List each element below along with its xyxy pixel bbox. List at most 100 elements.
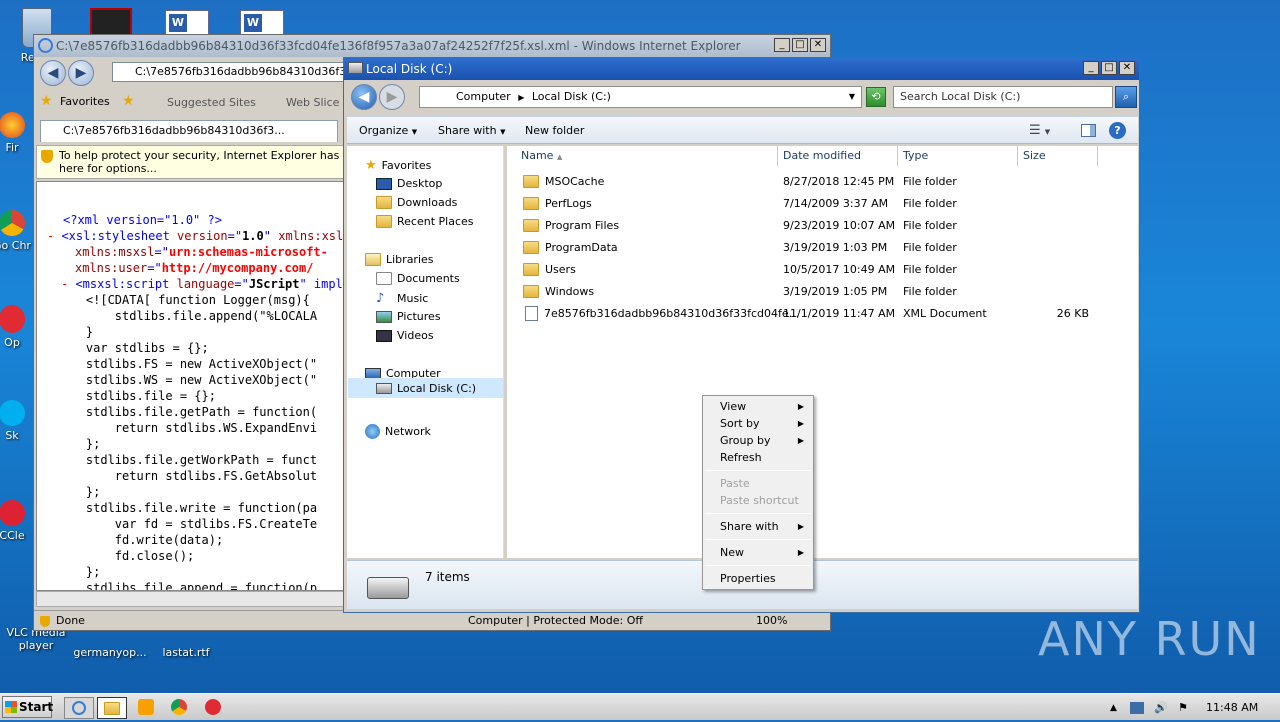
nav-local-disk[interactable]: Local Disk (C:) bbox=[348, 378, 503, 398]
code-line: stdlibs.file.getPath = function( bbox=[57, 405, 318, 419]
nav-documents[interactable]: Documents bbox=[376, 272, 460, 285]
menu-item-paste: Paste bbox=[720, 477, 750, 490]
refresh-button[interactable]: ⟲ bbox=[866, 87, 886, 107]
menu-item-sort-by[interactable]: Sort by ▶ bbox=[720, 415, 810, 432]
ie-scrollbar[interactable] bbox=[36, 591, 344, 607]
menu-item-refresh[interactable]: Refresh bbox=[720, 449, 810, 466]
menu-item-paste-shortcut: Paste shortcut bbox=[720, 494, 799, 507]
taskbar-opera-button[interactable] bbox=[198, 697, 228, 719]
minimize-button[interactable]: _ bbox=[774, 38, 790, 52]
desktop-icon-skype[interactable]: Sk bbox=[0, 400, 32, 442]
organize-button[interactable]: Organize ▼ bbox=[359, 117, 417, 146]
file-type: XML Document bbox=[903, 306, 987, 320]
breadcrumb-dropdown-icon[interactable]: ▼ bbox=[849, 87, 855, 107]
menu-item-new[interactable]: New ▶ bbox=[720, 544, 810, 561]
file-row[interactable]: PerfLogs 7/14/2009 3:37 AM File folder bbox=[523, 194, 1123, 212]
search-icon[interactable]: ⌕ bbox=[1115, 86, 1137, 108]
maximize-button[interactable]: □ bbox=[1101, 61, 1117, 75]
explorer-window-buttons: _ □ ✕ bbox=[1083, 61, 1135, 75]
breadcrumb-local-disk[interactable]: Local Disk (C:) bbox=[532, 90, 611, 103]
ie-tab[interactable]: C:\7e8576fb316dadbb96b84310d36f3... bbox=[40, 120, 338, 142]
start-button[interactable]: Start bbox=[2, 696, 53, 718]
nav-favorites[interactable]: ★ Favorites bbox=[365, 158, 431, 173]
column-header-type[interactable]: Type bbox=[898, 146, 1018, 166]
close-button[interactable]: ✕ bbox=[810, 38, 826, 52]
nav-pictures[interactable]: Pictures bbox=[376, 310, 441, 323]
taskbar-chrome-button[interactable] bbox=[164, 697, 194, 719]
desktop-icon-firefox[interactable]: Fir bbox=[0, 112, 32, 154]
web-slice-link[interactable]: Web Slice G bbox=[286, 96, 351, 109]
menu-item-properties[interactable]: Properties bbox=[720, 570, 810, 587]
nav-libraries[interactable]: Libraries bbox=[365, 253, 434, 266]
nav-videos[interactable]: Videos bbox=[376, 329, 434, 342]
nav-desktop[interactable]: Desktop bbox=[376, 177, 442, 190]
desktop-icon-chrome[interactable]: Go Chr bbox=[0, 210, 32, 252]
nav-downloads[interactable]: Downloads bbox=[376, 196, 457, 209]
security-infobar[interactable]: To help protect your security, Internet … bbox=[36, 145, 344, 179]
xml-line: <?xml version="1.0" ?> bbox=[63, 213, 222, 227]
word-doc-icon[interactable]: W bbox=[240, 10, 284, 36]
file-name: Windows bbox=[523, 284, 594, 298]
suggested-sites-link[interactable]: Suggested Sites bbox=[167, 96, 256, 109]
collapse-toggle[interactable]: - bbox=[61, 277, 75, 291]
column-header-size[interactable]: Size bbox=[1018, 146, 1098, 166]
taskbar-explorer-button[interactable] bbox=[97, 697, 127, 719]
maximize-button[interactable]: □ bbox=[792, 38, 808, 52]
volume-icon[interactable]: 🔊 bbox=[1154, 697, 1168, 719]
taskbar-media-player-button[interactable] bbox=[131, 697, 161, 719]
submenu-arrow-icon: ▶ bbox=[797, 522, 804, 531]
desktop-icon-germanyop[interactable]: germanyop... bbox=[72, 646, 148, 659]
breadcrumb[interactable]: Computer ▶ Local Disk (C:) ▼ bbox=[419, 86, 862, 108]
show-hidden-icons-icon[interactable]: ▲ bbox=[1110, 697, 1117, 719]
ie-title-bar[interactable]: C:\7e8576fb316dadbb96b84310d36f33fcd04fe… bbox=[34, 35, 830, 57]
adobe-icon[interactable] bbox=[90, 8, 132, 36]
menu-item-share-with[interactable]: Share with ▶ bbox=[720, 518, 810, 535]
explorer-nav-row: ◀ ▶ Computer ▶ Local Disk (C:) ▼ ⟲ Searc… bbox=[344, 82, 1141, 112]
forward-button[interactable]: ▶ bbox=[379, 84, 405, 110]
file-row[interactable]: MSOCache 8/27/2018 12:45 PM File folder bbox=[523, 172, 1123, 190]
flag-icon[interactable]: ⚑ bbox=[1178, 697, 1188, 719]
back-button[interactable]: ◀ bbox=[40, 60, 66, 86]
zoom-level[interactable]: 100% bbox=[756, 611, 787, 631]
new-folder-button[interactable]: New folder bbox=[525, 117, 584, 145]
explorer-title-bar[interactable]: Local Disk (C:) _ □ ✕ bbox=[344, 58, 1139, 80]
file-row[interactable]: 7e8576fb316dadbb96b84310d36f33fcd04fe...… bbox=[523, 304, 1123, 322]
desktop-icon-opera[interactable]: Op bbox=[0, 305, 32, 349]
file-row[interactable]: ProgramData 3/19/2019 1:03 PM File folder bbox=[523, 238, 1123, 256]
file-row[interactable]: Program Files 9/23/2019 10:07 AM File fold… bbox=[523, 216, 1123, 234]
breadcrumb-computer[interactable]: Computer bbox=[456, 90, 511, 103]
ie-status-bar: Done Computer | Protected Mode: Off 100% bbox=[34, 610, 832, 630]
nav-music[interactable]: ♪ Music bbox=[376, 291, 428, 306]
desktop-icon-ccleaner[interactable]: CCle bbox=[0, 500, 32, 542]
nav-network[interactable]: Network bbox=[365, 424, 431, 439]
view-options-icon[interactable]: ☰ ▼ bbox=[1029, 117, 1050, 146]
file-name: 7e8576fb316dadbb96b84310d36f33fcd04fe... bbox=[523, 305, 799, 321]
forward-button[interactable]: ▶ bbox=[68, 60, 94, 86]
preview-pane-icon[interactable] bbox=[1081, 124, 1096, 137]
share-with-button[interactable]: Share with ▼ bbox=[438, 117, 505, 146]
search-input[interactable]: Search Local Disk (C:) bbox=[893, 86, 1113, 108]
minimize-button[interactable]: _ bbox=[1083, 61, 1099, 75]
menu-separator bbox=[705, 470, 811, 471]
desktop-icon-lastat[interactable]: lastat.rtf bbox=[148, 646, 224, 659]
nav-recent-places[interactable]: Recent Places bbox=[376, 215, 474, 228]
file-row[interactable]: Windows 3/19/2019 1:05 PM File folder bbox=[523, 282, 1123, 300]
word-doc-icon[interactable]: W bbox=[165, 10, 209, 36]
back-button[interactable]: ◀ bbox=[351, 84, 377, 110]
help-icon[interactable]: ? bbox=[1109, 122, 1126, 139]
close-button[interactable]: ✕ bbox=[1119, 61, 1135, 75]
favorites-button[interactable]: Favorites bbox=[60, 95, 110, 108]
file-row[interactable]: Users 10/5/2017 10:49 AM File folder bbox=[523, 260, 1123, 278]
code-line: stdlibs.FS = new ActiveXObject(" bbox=[57, 357, 318, 371]
column-header-date[interactable]: Date modified bbox=[778, 146, 898, 166]
address-bar[interactable]: C:\7e8576fb316dadbb96b84310d36f33fcd bbox=[112, 62, 344, 82]
menu-item-group-by[interactable]: Group by ▶ bbox=[720, 432, 810, 449]
file-date: 3/19/2019 1:05 PM bbox=[783, 284, 888, 298]
menu-item-view[interactable]: View ▶ bbox=[720, 398, 810, 415]
network-tray-icon[interactable] bbox=[1130, 702, 1144, 714]
taskbar-ie-button[interactable] bbox=[64, 697, 94, 719]
column-header-name[interactable]: Name ▲ bbox=[507, 146, 778, 166]
clock[interactable]: 11:48 AM bbox=[1206, 697, 1258, 719]
add-favorites-icon[interactable]: ★ bbox=[122, 93, 135, 109]
collapse-toggle[interactable]: - bbox=[47, 229, 61, 243]
